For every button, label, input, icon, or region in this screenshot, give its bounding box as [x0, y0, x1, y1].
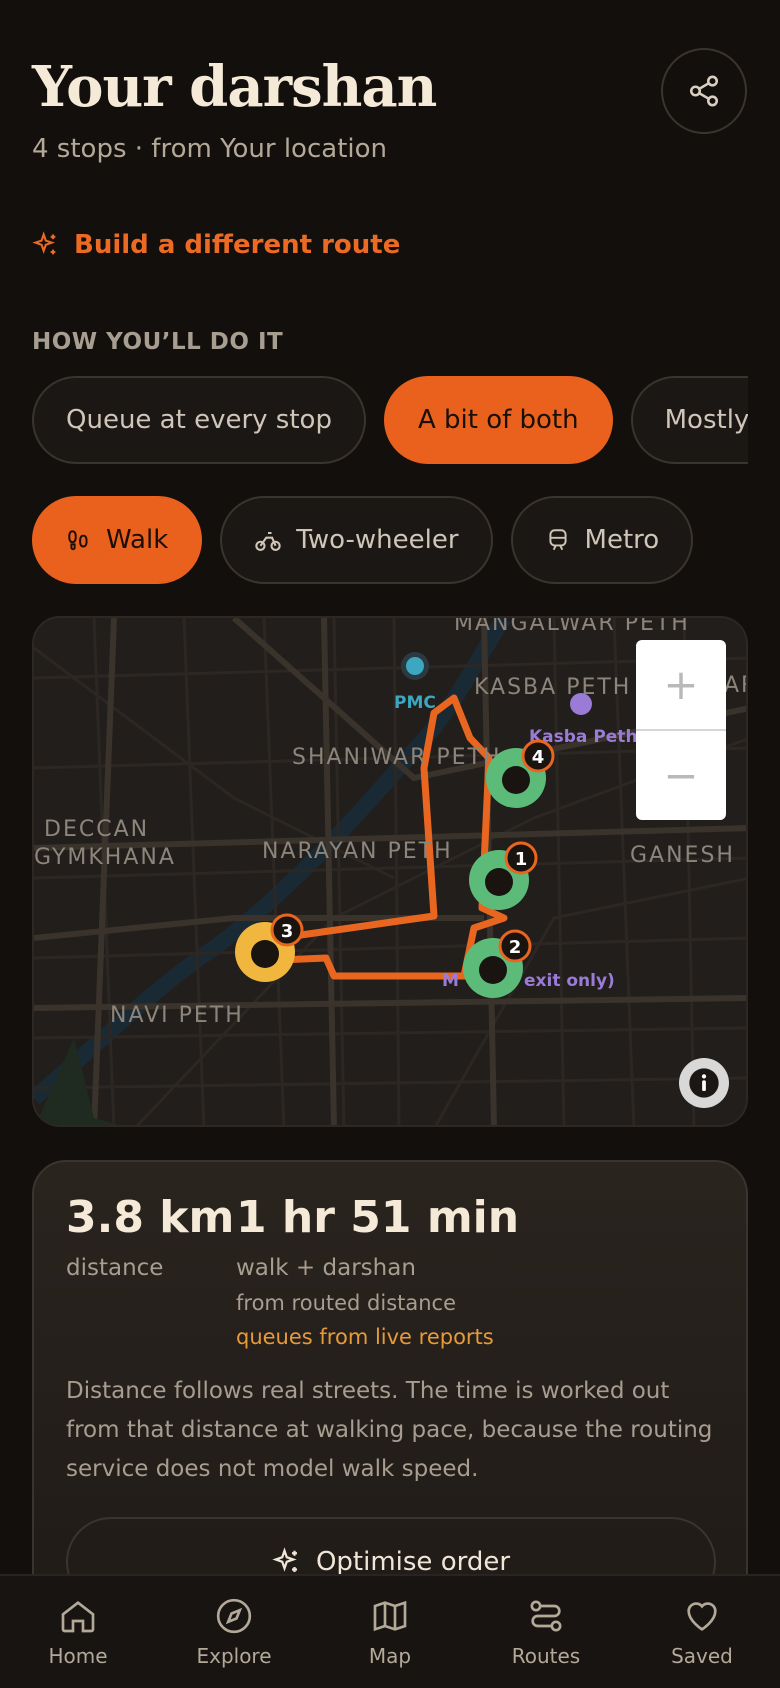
build-different-route-link[interactable]: Build a different route: [32, 230, 400, 260]
chip-label: Mostly fro: [664, 405, 748, 435]
sparkle-icon: [32, 231, 56, 255]
stop-number: 1: [515, 849, 528, 870]
nav-map[interactable]: Map: [312, 1576, 468, 1688]
chip-two-wheeler[interactable]: Two-wheeler: [220, 496, 493, 584]
map-label: NARAYAN PETH: [262, 839, 453, 864]
build-different-route-label: Build a different route: [74, 230, 401, 260]
chip-label: A bit of both: [417, 405, 579, 435]
nav-routes[interactable]: Routes: [468, 1576, 624, 1688]
time-value: 1 hr 51 min: [236, 1192, 520, 1243]
route-explanation: Distance follows real streets. The time …: [66, 1378, 713, 1482]
stop-number: 3: [281, 921, 294, 942]
chip-label: Walk: [106, 525, 169, 555]
chip-label: Metro: [584, 525, 660, 555]
bottom-nav: Home Explore Map Routes Saved: [0, 1574, 780, 1688]
nav-saved[interactable]: Saved: [624, 1576, 780, 1688]
share-icon: [689, 75, 719, 107]
sparkle-icon: [272, 1547, 297, 1572]
share-button[interactable]: [661, 48, 747, 134]
page-subtitle: 4 stops · from Your location: [32, 134, 387, 164]
map-label: MANGALWAR PETH: [454, 618, 690, 636]
map-label: NAVI PETH: [110, 1003, 244, 1028]
map-label: GANESH P: [630, 843, 748, 868]
map-label: AR: [724, 673, 748, 698]
compass-icon: [216, 1598, 252, 1634]
stop-number: 2: [509, 937, 522, 958]
nav-label: Explore: [196, 1644, 272, 1668]
map-label: SHANIWAR PETH: [292, 745, 502, 770]
route-map[interactable]: MANGALWAR PETH KASBA PETH SHANIWAR PETH …: [32, 616, 748, 1127]
map-label: GYMKHANA: [34, 845, 176, 870]
time-label: walk + darshan: [236, 1255, 416, 1281]
footprints-icon: [68, 530, 88, 551]
routes-icon: [530, 1600, 562, 1632]
nav-label: Saved: [671, 1644, 733, 1668]
chip-mostly-from[interactable]: Mostly fro: [630, 376, 748, 464]
queue-mode-selector: Queue at every stop A bit of both Mostly…: [32, 376, 748, 464]
distance-value: 3.8 km: [66, 1192, 235, 1243]
chip-queue-every-stop[interactable]: Queue at every stop: [32, 376, 366, 464]
time-note: from routed distance: [236, 1291, 457, 1315]
chip-metro[interactable]: Metro: [510, 496, 694, 584]
travel-mode-selector: Walk Two-wheeler Metro: [32, 496, 748, 584]
info-icon: [689, 1068, 719, 1098]
poi-label: M: [442, 971, 459, 991]
chip-label: Two-wheeler: [296, 525, 459, 555]
nav-explore[interactable]: Explore: [156, 1576, 312, 1688]
page-title: Your darshan: [32, 54, 437, 120]
queue-note: queues from live reports: [236, 1325, 494, 1349]
poi-label: exit only): [524, 971, 615, 991]
heart-icon: [687, 1602, 717, 1631]
map-info-button[interactable]: [679, 1058, 729, 1108]
section-label: HOW YOU’LL DO IT: [32, 329, 284, 355]
map-label: KASBA PETH: [474, 675, 631, 700]
route-screen: Your darshan 4 stops · from Your locatio…: [0, 0, 780, 1688]
optimise-order-label: Optimise order: [315, 1547, 511, 1577]
chip-walk[interactable]: Walk: [32, 496, 203, 584]
poi-label: PMC: [394, 693, 436, 713]
nav-label: Home: [48, 1644, 108, 1668]
nav-label: Routes: [511, 1644, 581, 1668]
distance-label: distance: [66, 1255, 164, 1281]
zoom-in-button[interactable]: +: [636, 640, 726, 731]
zoom-control: + −: [636, 640, 726, 820]
nav-label: Map: [368, 1644, 412, 1668]
time-stat: 1 hr 51 min walk + darshan from routed d…: [236, 1192, 519, 1349]
map-icon: [373, 1600, 407, 1632]
nav-home[interactable]: Home: [0, 1576, 156, 1688]
distance-stat: 3.8 km distance: [66, 1192, 234, 1281]
bicycle-icon: [255, 531, 281, 551]
train-icon: [548, 529, 567, 551]
chip-label: Queue at every stop: [66, 405, 332, 435]
zoom-out-button[interactable]: −: [636, 731, 726, 820]
chip-bit-of-both[interactable]: A bit of both: [383, 376, 613, 464]
map-label: DECCAN: [44, 817, 149, 842]
home-icon: [61, 1600, 95, 1633]
stop-number: 4: [532, 747, 545, 768]
